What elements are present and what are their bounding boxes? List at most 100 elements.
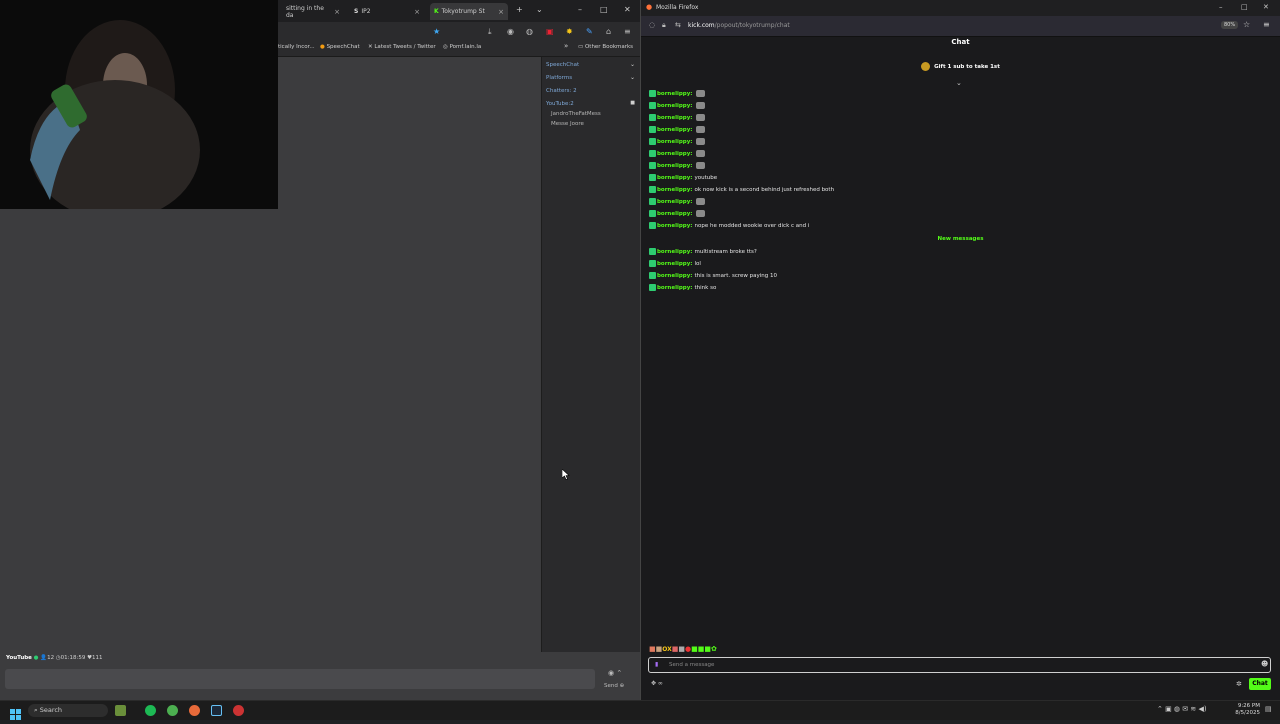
gift-sub-banner[interactable]: Gift 1 sub to take 1st: [641, 62, 1280, 71]
chat-send-button[interactable]: Chat: [1249, 678, 1271, 690]
chat-username[interactable]: bornelippy:: [657, 103, 693, 109]
chevron-down-icon[interactable]: ⌄: [630, 74, 635, 81]
chat-message: bornelippy: ok now kick is a second behin…: [649, 186, 834, 193]
chatter-item[interactable]: Messe Joore: [551, 121, 584, 127]
close-icon[interactable]: ×: [334, 8, 340, 16]
chatters-count: Chatters: 2: [546, 88, 577, 94]
chat-username[interactable]: bornelippy:: [657, 249, 693, 255]
chat-username[interactable]: bornelippy:: [657, 163, 693, 169]
bookmark-item[interactable]: ◎ Pomf.lain.la: [443, 44, 481, 50]
points-icon[interactable]: ✥ ∞: [651, 680, 663, 687]
new-messages-divider[interactable]: New messages: [641, 236, 1280, 242]
extension-icon[interactable]: ◉: [507, 27, 514, 36]
star-icon[interactable]: ☆: [1243, 20, 1250, 29]
minimize-icon[interactable]: –: [578, 5, 582, 14]
menu-icon[interactable]: ≡: [1263, 20, 1270, 29]
chat-emote-icon: [695, 198, 705, 205]
bookmarks-bar: tically Incor... ● SpeechChat ✕ Latest T…: [278, 42, 640, 57]
chat-username[interactable]: bornelippy:: [657, 151, 693, 157]
chat-username[interactable]: bornelippy:: [657, 139, 693, 145]
emoji-icon[interactable]: ☻: [1261, 660, 1268, 668]
subscriber-badge-icon: [649, 284, 656, 291]
maximize-icon[interactable]: □: [600, 5, 608, 14]
extension-icon[interactable]: ▣: [546, 27, 554, 36]
platforms-section[interactable]: Platforms: [546, 75, 572, 81]
close-window-icon[interactable]: ✕: [624, 5, 631, 14]
notification-icon[interactable]: ▤: [1265, 705, 1272, 713]
chat-username[interactable]: bornelippy:: [657, 273, 693, 279]
chat-username[interactable]: bornelippy:: [657, 285, 693, 291]
firefox-icon: ●: [646, 3, 653, 11]
puzzle-icon[interactable]: ⌂: [606, 27, 611, 36]
send-button[interactable]: Send ⊕: [604, 683, 624, 689]
shield-icon[interactable]: ◌: [649, 21, 655, 29]
other-bookmarks[interactable]: ▭ Other Bookmarks: [578, 44, 633, 50]
emote-icon[interactable]: ■: [691, 645, 698, 653]
new-tab-button[interactable]: +: [516, 5, 523, 14]
chat-username[interactable]: bornelippy:: [657, 223, 693, 229]
chrome-icon[interactable]: [167, 705, 178, 716]
tab-tokyotrump[interactable]: K Tokyotrump St ×: [430, 3, 508, 20]
emote-picker-icon[interactable]: ◉ ⌃: [608, 669, 622, 677]
firefox-taskbar-icon[interactable]: [189, 705, 200, 716]
minimize-icon[interactable]: –: [1219, 3, 1223, 11]
system-tray[interactable]: ⌃ ▣ ◍ ✉ ≋ ◀): [1157, 705, 1207, 713]
search-icon: ⌕: [34, 706, 38, 714]
chat-username[interactable]: bornelippy:: [657, 261, 693, 267]
chat-username[interactable]: bornelippy:: [657, 199, 693, 205]
bookmark-label: Latest Tweets / Twitter: [374, 44, 436, 50]
taskbar-search[interactable]: ⌕ Search: [28, 704, 108, 717]
chat-input[interactable]: ▮ Send a message ☻: [648, 657, 1271, 673]
widgets-icon[interactable]: [115, 705, 126, 716]
extension-icon[interactable]: ✎: [586, 27, 593, 36]
zoom-level[interactable]: 80%: [1221, 21, 1239, 29]
clock[interactable]: 9:26 PM 8/5/2025: [1234, 703, 1260, 717]
emote-icon[interactable]: ■: [649, 645, 656, 653]
obs-icon[interactable]: [233, 705, 244, 716]
windows-start-icon[interactable]: [10, 705, 21, 720]
search-label: Search: [39, 706, 63, 714]
tab-ip2[interactable]: S IP2 ×: [350, 3, 424, 20]
chevron-down-icon[interactable]: ⌄: [536, 5, 543, 14]
close-icon[interactable]: ×: [414, 8, 420, 16]
chat-username[interactable]: bornelippy:: [657, 211, 693, 217]
chatter-item[interactable]: JandroTheFatMess: [551, 111, 601, 117]
chat-username[interactable]: bornelippy:: [657, 187, 693, 193]
message-input[interactable]: [5, 669, 595, 689]
star-icon[interactable]: ★: [433, 27, 440, 36]
speechchat-section[interactable]: SpeechChat: [546, 62, 579, 68]
bookmarks-overflow-icon[interactable]: »: [564, 42, 568, 50]
chat-username[interactable]: bornelippy:: [657, 127, 693, 133]
chat-username[interactable]: bornelippy:: [657, 175, 693, 181]
lock-icon[interactable]: 🔒︎: [662, 21, 666, 30]
like-count: 111: [92, 655, 103, 661]
chat-username[interactable]: bornelippy:: [657, 91, 693, 97]
bookmark-item[interactable]: ● SpeechChat: [320, 44, 360, 50]
settings-gear-icon[interactable]: ✲: [1236, 680, 1242, 688]
spotify-icon[interactable]: [145, 705, 156, 716]
pinned-chevron-icon[interactable]: ⌄: [956, 79, 962, 87]
bookmark-item[interactable]: tically Incor...: [278, 44, 315, 50]
emote-icon[interactable]: OX: [662, 646, 672, 653]
collapse-icon[interactable]: ■: [630, 100, 635, 106]
maximize-icon[interactable]: □: [1241, 3, 1248, 11]
chat-username[interactable]: bornelippy:: [657, 115, 693, 121]
url-text[interactable]: kick.com/popout/tokyotrump/chat: [688, 22, 790, 29]
extension-icon[interactable]: ◍: [526, 27, 533, 36]
download-icon[interactable]: ⤓: [488, 27, 492, 37]
chevron-down-icon[interactable]: ⌄: [630, 61, 635, 68]
youtube-group[interactable]: YouTube:2: [546, 101, 574, 107]
windows-logo-icon: [10, 709, 21, 720]
url-bar[interactable]: ◌ 🔒︎ ⇆ kick.com/popout/tokyotrump/chat 8…: [641, 16, 1280, 37]
menu-icon[interactable]: ≡: [624, 27, 631, 36]
close-window-icon[interactable]: ✕: [1263, 3, 1269, 11]
extension-icon[interactable]: ✸: [566, 27, 573, 36]
bookmark-item[interactable]: ✕ Latest Tweets / Twitter: [368, 44, 436, 50]
close-icon[interactable]: ×: [498, 8, 504, 16]
emote-icon[interactable]: ■: [704, 645, 711, 653]
steam-icon[interactable]: [211, 705, 222, 716]
tab-sitting[interactable]: sitting in the da ×: [282, 3, 344, 20]
bookmark-label: Pomf.lain.la: [449, 44, 482, 50]
chat-emote-icon: [695, 114, 705, 121]
emote-icon[interactable]: ✿: [711, 645, 717, 653]
